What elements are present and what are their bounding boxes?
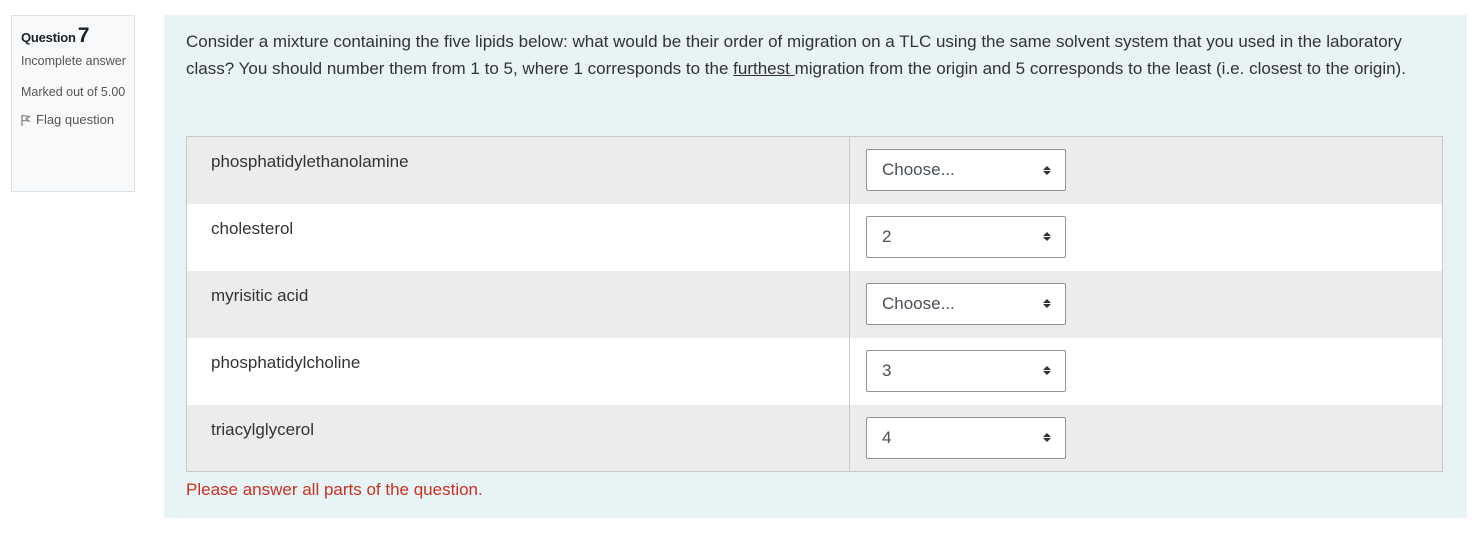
quiz-page: Question7 Incomplete answer Marked out o… xyxy=(0,0,1477,534)
select-value: Choose... xyxy=(882,293,955,313)
select-value: Choose... xyxy=(882,160,955,179)
question-formulation: Consider a mixture containing the five l… xyxy=(164,15,1467,518)
answer-select[interactable]: 3 xyxy=(866,349,1066,392)
select-arrows-icon xyxy=(1043,366,1051,375)
question-grade: Marked out of 5.00 xyxy=(21,85,126,99)
answer-select[interactable]: Choose... xyxy=(866,282,1066,325)
select-arrows-icon xyxy=(1043,165,1051,175)
table-row: cholesterol 2 xyxy=(186,203,1443,271)
question-label: Question xyxy=(21,30,76,45)
question-text-underlined: furthest xyxy=(733,59,795,78)
question-info-box: Question7 Incomplete answer Marked out o… xyxy=(11,15,135,192)
table-row: triacylglycerol 4 xyxy=(186,404,1443,472)
row-label: myrisitic acid xyxy=(186,270,850,338)
question-text-part2: migration from the origin and 5 correspo… xyxy=(794,59,1406,78)
select-arrows-icon xyxy=(1043,232,1051,241)
question-number: 7 xyxy=(77,24,90,47)
select-arrows-icon xyxy=(1043,299,1051,308)
select-value: 3 xyxy=(882,360,892,380)
table-row: phosphatidylcholine 3 xyxy=(186,337,1443,405)
question-number-heading: Question7 xyxy=(21,25,126,49)
answer-table: phosphatidylethanolamine Choose... chole… xyxy=(186,136,1443,472)
answer-select[interactable]: 4 xyxy=(866,416,1066,459)
answer-select[interactable]: Choose... xyxy=(866,149,1066,191)
question-state: Incomplete answer xyxy=(21,54,126,68)
row-label: triacylglycerol xyxy=(186,404,850,472)
row-label: cholesterol xyxy=(186,203,850,271)
select-arrows-icon xyxy=(1043,433,1051,442)
select-value: 4 xyxy=(882,427,892,447)
answer-select[interactable]: 2 xyxy=(866,215,1066,258)
flag-question-label: Flag question xyxy=(36,112,115,127)
row-label: phosphatidylcholine xyxy=(186,337,850,405)
select-value: 2 xyxy=(882,226,892,246)
table-row: phosphatidylethanolamine Choose... xyxy=(186,136,1443,204)
table-row: myrisitic acid Choose... xyxy=(186,270,1443,338)
question-text: Consider a mixture containing the five l… xyxy=(186,28,1451,82)
row-label: phosphatidylethanolamine xyxy=(186,136,850,204)
flag-icon xyxy=(21,114,31,126)
flag-question-link[interactable]: Flag question xyxy=(21,112,126,127)
validation-error: Please answer all parts of the question. xyxy=(186,480,483,499)
